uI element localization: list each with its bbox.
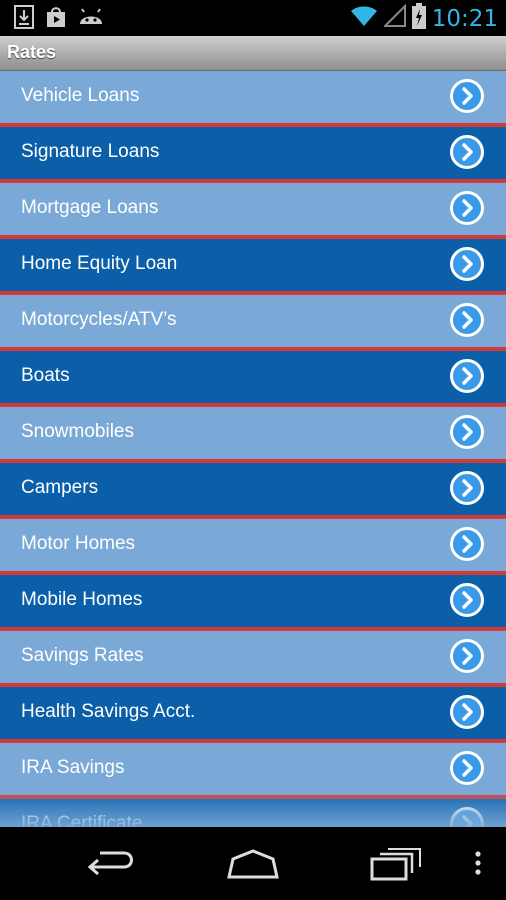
battery-charging-icon [411, 3, 426, 34]
wifi-icon [350, 4, 378, 33]
status-bar: 10:21 [0, 0, 506, 36]
navigation-bar [0, 827, 506, 900]
list-item[interactable]: Campers [0, 463, 506, 519]
play-store-icon [44, 5, 68, 34]
list-item[interactable]: Home Equity Loan [0, 239, 506, 295]
list-item-label: Mortgage Loans [21, 197, 159, 218]
android-icon [78, 6, 104, 33]
recent-apps-icon[interactable] [370, 845, 422, 881]
menu-icon[interactable] [472, 845, 484, 881]
chevron-right-icon [450, 807, 484, 827]
list-item-label: IRA Savings [21, 757, 125, 778]
home-icon[interactable] [226, 845, 280, 881]
list-item[interactable]: Vehicle Loans [0, 71, 506, 127]
chevron-right-icon [450, 751, 484, 785]
chevron-right-icon [450, 471, 484, 505]
title-bar: Rates [0, 36, 506, 71]
list-item[interactable]: Savings Rates [0, 631, 506, 687]
list-item[interactable]: Health Savings Acct. [0, 687, 506, 743]
status-time: 10:21 [431, 5, 498, 32]
signal-icon [382, 3, 406, 33]
list-item[interactable]: Boats [0, 351, 506, 407]
list-item-label: Vehicle Loans [21, 85, 140, 106]
chevron-right-icon [450, 639, 484, 673]
list-item[interactable]: Motorcycles/ATV’s [0, 295, 506, 351]
list-item-label: Motor Homes [21, 533, 136, 554]
chevron-right-icon [450, 695, 484, 729]
list-item-label: Health Savings Acct. [21, 701, 196, 722]
chevron-right-icon [450, 415, 484, 449]
chevron-right-icon [450, 247, 484, 281]
chevron-right-icon [450, 583, 484, 617]
back-icon[interactable] [86, 845, 138, 881]
list-item[interactable]: Mobile Homes [0, 575, 506, 631]
page-title: Rates [7, 42, 57, 62]
list-item-label: Motorcycles/ATV’s [21, 309, 177, 330]
chevron-right-icon [450, 79, 484, 113]
list-item-label: IRA Certificate [21, 813, 143, 827]
list-item[interactable]: IRA Certificate [0, 799, 506, 827]
list-item-label: Signature Loans [21, 141, 160, 162]
chevron-right-icon [450, 303, 484, 337]
list-item-label: Mobile Homes [21, 589, 143, 610]
list-item[interactable]: Motor Homes [0, 519, 506, 575]
chevron-right-icon [450, 135, 484, 169]
list-item[interactable]: Signature Loans [0, 127, 506, 183]
chevron-right-icon [450, 527, 484, 561]
list-item[interactable]: Snowmobiles [0, 407, 506, 463]
chevron-right-icon [450, 191, 484, 225]
list-item-label: Savings Rates [21, 645, 144, 666]
list-item[interactable]: Mortgage Loans [0, 183, 506, 239]
list-item[interactable]: IRA Savings [0, 743, 506, 799]
list-item-label: Snowmobiles [21, 421, 134, 442]
list-item-label: Boats [21, 365, 70, 386]
list-item-label: Home Equity Loan [21, 253, 178, 274]
chevron-right-icon [450, 359, 484, 393]
list-item-label: Campers [21, 477, 99, 498]
download-icon [14, 5, 34, 34]
rates-list[interactable]: Vehicle Loans Signature Loans Mortgage L… [0, 71, 506, 827]
